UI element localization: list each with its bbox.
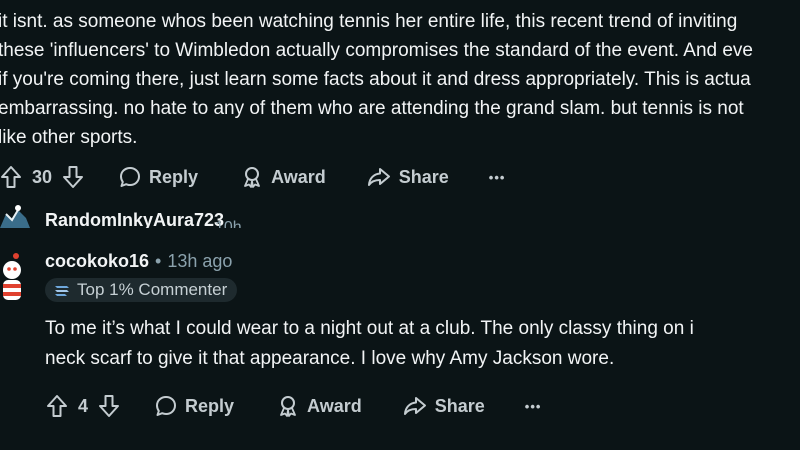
username[interactable]: cocokoko16 — [45, 251, 149, 272]
downvote-icon — [99, 395, 120, 417]
comment-text-line: these 'influencers' to Wimbledon actuall… — [0, 40, 753, 61]
comment-bubble-icon — [156, 396, 177, 416]
award-button[interactable]: Award — [240, 165, 326, 189]
avatar[interactable] — [0, 250, 26, 304]
comment-text-line: neck scarf to give it that appearance. I… — [45, 348, 615, 369]
more-options-button[interactable]: ••• — [489, 170, 506, 185]
comment-text-line: if you're coming there, just learn some … — [0, 69, 751, 90]
award-label: Award — [271, 166, 326, 187]
upvote-icon — [1, 166, 21, 188]
vote-count: 30 — [32, 166, 53, 187]
comment-meta: cocokoko16 • 13h ago — [45, 251, 232, 272]
share-arrow-icon — [403, 397, 426, 415]
downvote-icon — [63, 166, 84, 188]
timestamp[interactable]: 13h ago — [167, 251, 232, 272]
meta-separator: • — [155, 251, 162, 271]
avatar[interactable] — [0, 200, 32, 228]
share-button[interactable]: Share — [402, 394, 485, 418]
share-button[interactable]: Share — [366, 165, 449, 189]
comment-bubble-icon — [120, 167, 141, 187]
upvote-icon — [47, 395, 67, 417]
award-icon — [244, 167, 260, 188]
award-button[interactable]: Award — [276, 394, 362, 418]
top-commenter-icon — [55, 286, 69, 296]
flair-label: Top 1% Commenter — [77, 280, 228, 299]
reply-button[interactable]: Reply — [118, 165, 198, 189]
comment-action-bar: 30 Reply Award Share ••• — [0, 163, 505, 191]
comment-action-bar: 4 Reply Award Share ••• — [46, 392, 541, 420]
award-icon — [280, 396, 296, 417]
more-options-button[interactable]: ••• — [525, 399, 542, 414]
reply-label: Reply — [185, 395, 235, 416]
share-arrow-icon — [367, 168, 390, 186]
user-flair: Top 1% Commenter — [45, 278, 238, 302]
comment-text-line: like other sports. — [0, 127, 138, 148]
share-label: Share — [434, 395, 485, 416]
share-label: Share — [398, 166, 449, 187]
hidden-username[interactable]: RandomInkyAura723 — [45, 212, 305, 228]
comment-text-line: it isnt. as someone whos been watching t… — [0, 11, 738, 32]
hidden-timestamp: 10h — [215, 219, 242, 228]
upvote-button[interactable] — [0, 165, 22, 189]
downvote-button[interactable] — [62, 165, 84, 189]
reply-button[interactable]: Reply — [154, 394, 234, 418]
more-dots-icon: ••• — [524, 398, 542, 414]
award-label: Award — [307, 395, 362, 416]
upvote-button[interactable] — [46, 394, 68, 418]
vote-count: 4 — [78, 395, 89, 416]
more-dots-icon: ••• — [488, 169, 506, 185]
reply-label: Reply — [149, 166, 199, 187]
comment-text-line: To me it’s what I could wear to a night … — [45, 318, 694, 339]
comment-text-line: embarrassing. no hate to any of them who… — [0, 98, 744, 119]
downvote-button[interactable] — [98, 394, 120, 418]
